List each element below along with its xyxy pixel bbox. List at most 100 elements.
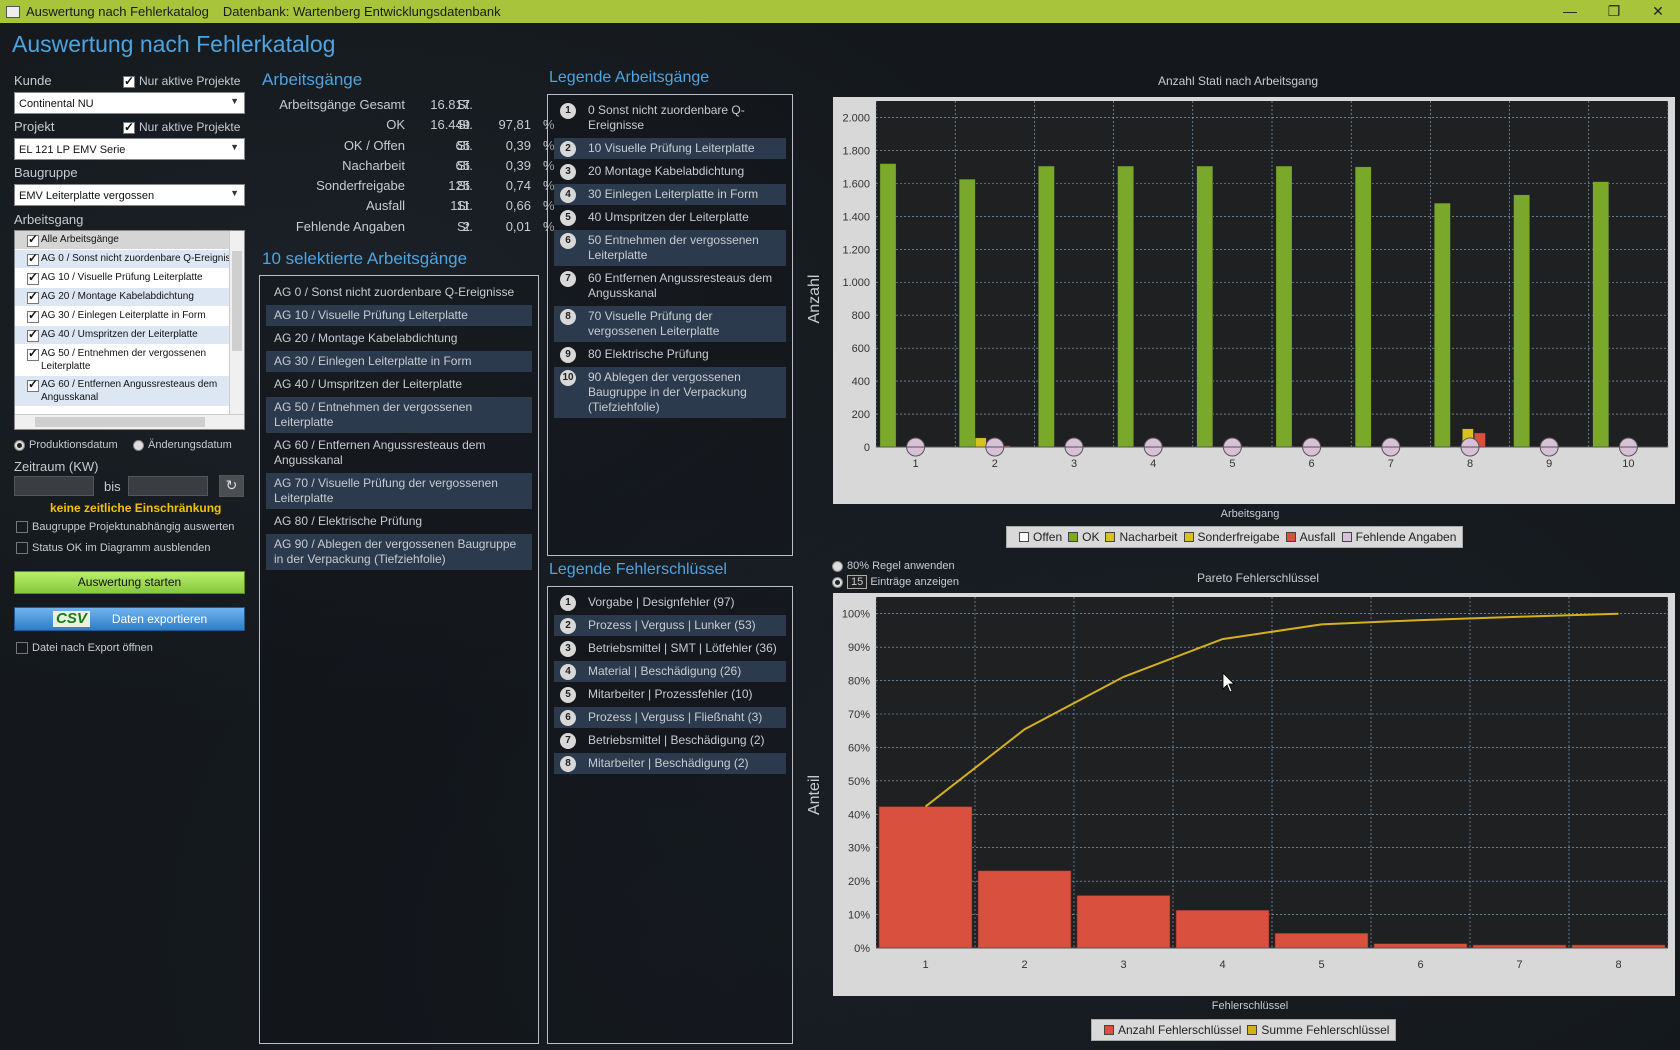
legend-item: 2 Prozess | Verguss | Lunker (53) (554, 615, 786, 636)
projekt-select[interactable]: EL 121 LP EMV Serie ▼ (14, 138, 245, 160)
list-item[interactable]: Alle Arbeitsgänge (15, 231, 244, 250)
x-tick-label: 1 (913, 458, 919, 470)
number-badge: 2 (560, 141, 576, 157)
checkbox-icon[interactable] (27, 378, 39, 392)
y-tick-label: 600 (852, 343, 870, 355)
nur-aktive-projekt-label: Nur aktive Projekte (139, 120, 241, 134)
selected-heading: 10 selektierte Arbeitsgänge (262, 249, 468, 268)
checkbox-icon (16, 542, 28, 555)
list-item[interactable]: AG 0 / Sonst nicht zuordenbare Q-Ereigni… (15, 250, 244, 269)
open-after-export-checkbox[interactable]: Datei nach Export öffnen (16, 642, 153, 655)
checkbox-icon[interactable] (27, 252, 39, 266)
stat-unit: St. (457, 157, 473, 173)
legend-item: 6 50 Entnehmen der vergossenen Leiterplat… (554, 230, 786, 266)
y-tick-label: 400 (852, 376, 870, 388)
radio-aenderungsdatum[interactable]: Änderungsdatum (133, 439, 232, 451)
zeitraum-label: Zeitraum (KW) (14, 459, 99, 474)
list-item: AG 40 / Umspritzen der Leiterplatte (274, 377, 463, 391)
list-item[interactable]: AG 40 / Umspritzen der Leiterplatte (15, 326, 244, 345)
number-badge: 8 (560, 309, 576, 325)
legend-item: 8 Mitarbeiter | Beschädigung (2) (554, 753, 786, 774)
x-tick-label: 6 (1309, 458, 1315, 470)
minimize-button[interactable]: — (1548, 0, 1592, 23)
csv-icon: CSV (53, 611, 90, 627)
y-tick-label: 60% (848, 742, 870, 754)
projektunabhaengig-checkbox[interactable]: Baugruppe Projektunabhängig auswerten (16, 521, 234, 534)
legend-item: 1 Vorgabe | Designfehler (97) (554, 592, 786, 613)
list-item[interactable]: AG 60 / Entfernen Angussresteaus dem Ang… (15, 376, 244, 407)
chart2-legend: Anzahl Fehlerschlüssel Summe Fehlerschlüs… (1091, 1019, 1397, 1041)
bar (1038, 165, 1055, 448)
legend-item: 2 10 Visuelle Prüfung Leiterplatte (554, 138, 786, 159)
stat-unit: St. (457, 137, 473, 153)
legend-item-label: Vorgabe | Designfehler (97) (588, 595, 735, 609)
list-item[interactable]: AG 10 / Visuelle Prüfung Leiterplatte (15, 269, 244, 288)
x-tick-label: 2 (1021, 959, 1027, 971)
zeitraum-to-input[interactable] (128, 476, 208, 496)
baugruppe-label: Baugruppe (14, 165, 78, 180)
list-item[interactable]: AG 20 / Montage Kabelabdichtung (15, 288, 244, 307)
checkbox-icon[interactable] (27, 347, 39, 361)
legend-item-label: Mitarbeiter | Prozessfehler (10) (588, 687, 753, 701)
legend-swatch (1105, 532, 1116, 542)
number-badge: 10 (560, 370, 576, 386)
legend-item: 8 70 Visuelle Prüfung der vergossenen Lei… (554, 306, 786, 342)
maximize-button[interactable]: ❐ (1592, 0, 1636, 23)
start-evaluation-button[interactable]: Auswertung starten (14, 571, 245, 594)
number-badge: 3 (560, 164, 576, 180)
scroll-thumb[interactable] (232, 251, 242, 351)
legend-item: 4 Material | Beschädigung (26) (554, 661, 786, 682)
legend-item-label: Betriebsmittel | SMT | Lötfehler (36) (588, 641, 777, 655)
baugruppe-select[interactable]: EMV Leiterplatte vergossen ▼ (14, 184, 245, 206)
radio-produktionsdatum[interactable]: Produktionsdatum (14, 439, 118, 451)
vertical-scrollbar[interactable] (229, 231, 244, 416)
horizontal-scrollbar[interactable] (15, 414, 244, 429)
y-tick-label: 1.200 (842, 244, 870, 256)
x-tick-label: 7 (1388, 458, 1394, 470)
checkbox-icon[interactable] (27, 290, 39, 304)
status-ok-checkbox[interactable]: Status OK im Diagramm ausblenden (16, 542, 211, 555)
checkbox-icon[interactable] (27, 233, 39, 247)
eintraege-radio[interactable]: 15 Einträge anzeigen (832, 575, 959, 589)
stat-unit: St. (457, 97, 473, 112)
arbeitsgaenge-heading: Arbeitsgänge (262, 70, 363, 89)
eintraege-count-input[interactable]: 15 (847, 575, 868, 589)
arbeitsgang-list[interactable]: Alle Arbeitsgänge AG 0 / Sonst nicht zuo… (14, 230, 245, 430)
nur-aktive-kunde-checkbox[interactable]: Nur aktive Projekte (123, 74, 240, 88)
checkbox-icon[interactable] (27, 271, 39, 285)
regel-80-radio[interactable]: 80% Regel anwenden (832, 560, 955, 572)
list-item[interactable]: AG 30 / Einlegen Leiterplatte in Form (15, 307, 244, 326)
legend-swatch (1341, 532, 1352, 542)
arbeitsgang-label: Arbeitsgang (14, 212, 84, 227)
export-label: Daten exportieren (111, 612, 208, 626)
refresh-icon[interactable]: ↻ (219, 475, 244, 497)
scroll-thumb[interactable] (35, 417, 205, 427)
legend-item-label: 20 Montage Kabelabdichtung (588, 164, 745, 178)
x-tick-label: 3 (1071, 458, 1077, 470)
checkbox-icon[interactable] (27, 309, 39, 323)
list-item-label: AG 50 / Entnehmen der vergossenen Leiter… (41, 348, 207, 372)
x-tick-label: 6 (1417, 959, 1423, 971)
list-item[interactable]: AG 50 / Entnehmen der vergossenen Leiter… (15, 345, 244, 376)
kunde-select[interactable]: Continental NU ▼ (14, 92, 245, 114)
arbeitsgaenge-stats: Arbeitsgänge Gesamt 16.817 St. OK 16.449 St. 9… (255, 97, 554, 239)
list-item-label: Alle Arbeitsgänge (41, 234, 119, 245)
nur-aktive-projekt-checkbox[interactable]: Nur aktive Projekte (123, 120, 240, 134)
bar (1513, 194, 1530, 448)
number-badge: 4 (560, 664, 576, 680)
zeitraum-from-input[interactable] (14, 476, 94, 496)
legend-item-label: 40 Umspritzen der Leiterplatte (588, 210, 749, 224)
export-button[interactable]: CSV Daten exportieren (14, 607, 245, 631)
legend-label: OK (1082, 530, 1100, 544)
legend-item-label: Prozess | Verguss | Lunker (53) (588, 618, 756, 632)
stat-percent: 0,74 (505, 178, 531, 194)
close-button[interactable]: ✕ (1636, 0, 1680, 23)
window-titlebar[interactable]: Auswertung nach Fehlerkatalog Datenbank:… (0, 0, 1680, 23)
checkbox-icon[interactable] (27, 328, 39, 342)
chart1-legend: Offen OK Nacharbeit Sonderfreigabe Ausfall Fe… (1006, 526, 1464, 548)
number-badge: 4 (560, 187, 576, 203)
checkbox-label: Datei nach Export öffnen (32, 642, 153, 654)
stat-label: Sonderfreigabe (316, 178, 405, 194)
legend-item-label: Prozess | Verguss | Fließnaht (3) (588, 710, 763, 724)
legend-swatch (1247, 1025, 1258, 1035)
